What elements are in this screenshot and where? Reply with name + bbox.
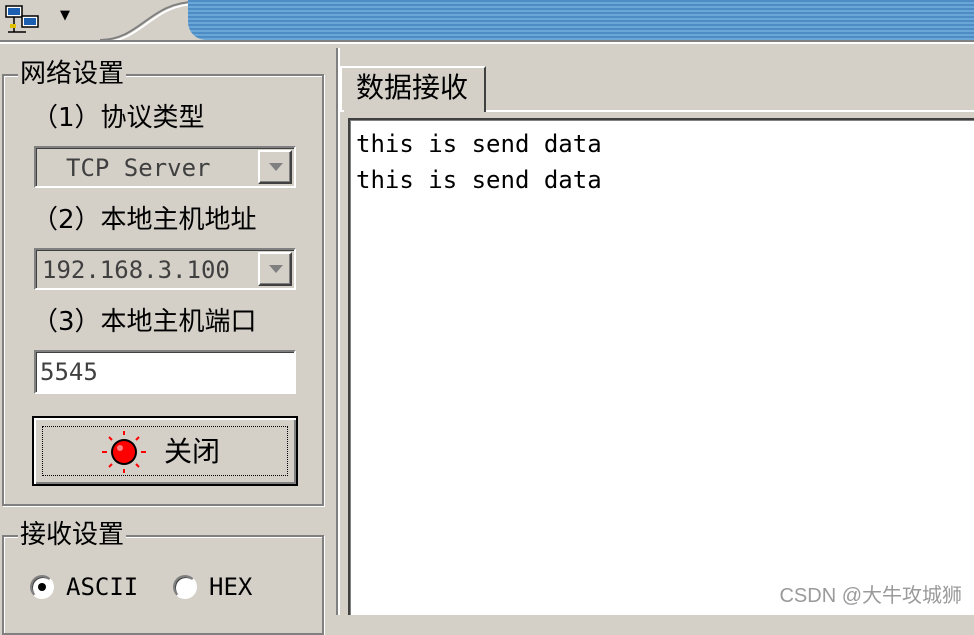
radio-ascii-label: ASCII (66, 573, 139, 601)
network-settings-group: 网络设置 （1）协议类型 TCP Server （2）本地主机地址 192.16… (2, 58, 324, 506)
close-button-label: 关闭 (164, 435, 221, 468)
red-led-icon (102, 431, 146, 473)
radio-ascii-circle[interactable] (30, 575, 54, 599)
network-settings-title: 网络设置 (18, 58, 127, 90)
radio-hex-label: HEX (209, 573, 253, 601)
title-strip: ▼ (0, 0, 974, 47)
local-ip-label: （2）本地主机地址 (32, 205, 257, 235)
tab-data-receive-label: 数据接收 (356, 71, 469, 104)
title-curve-decoration (100, 1, 198, 42)
protocol-dropdown-button[interactable] (258, 150, 292, 184)
local-port-input[interactable]: 5545 (34, 350, 296, 394)
local-port-label: （3）本地主机端口 (32, 307, 257, 337)
close-button[interactable]: 关闭 (32, 416, 298, 486)
title-accent-bar (188, 0, 974, 40)
dropdown-arrow-icon[interactable]: ▼ (60, 9, 70, 22)
protocol-type-label: （1）协议类型 (32, 103, 205, 133)
chevron-down-icon (269, 163, 283, 171)
left-settings-panel: 网络设置 （1）协议类型 TCP Server （2）本地主机地址 192.16… (0, 48, 336, 635)
watermark: CSDN @大牛攻城狮 (779, 585, 962, 607)
received-line: this is send data (356, 166, 602, 194)
chevron-down-icon (269, 265, 283, 273)
radio-hex-circle[interactable] (173, 575, 197, 599)
tab-data-receive[interactable]: 数据接收 (340, 66, 486, 112)
local-ip-value: 192.168.3.100 (42, 256, 230, 284)
local-port-value: 5545 (40, 358, 98, 386)
radio-selected-dot (38, 583, 46, 591)
receive-data-textarea[interactable]: this is send data this is send data (348, 118, 974, 615)
protocol-type-select[interactable]: TCP Server (34, 146, 296, 188)
network-computer-icon[interactable] (4, 4, 42, 34)
receive-settings-title: 接收设置 (18, 519, 127, 551)
protocol-type-value: TCP Server (66, 154, 211, 182)
local-ip-select[interactable]: 192.168.3.100 (34, 248, 296, 290)
local-ip-dropdown-button[interactable] (258, 252, 292, 286)
received-line: this is send data (356, 130, 602, 158)
